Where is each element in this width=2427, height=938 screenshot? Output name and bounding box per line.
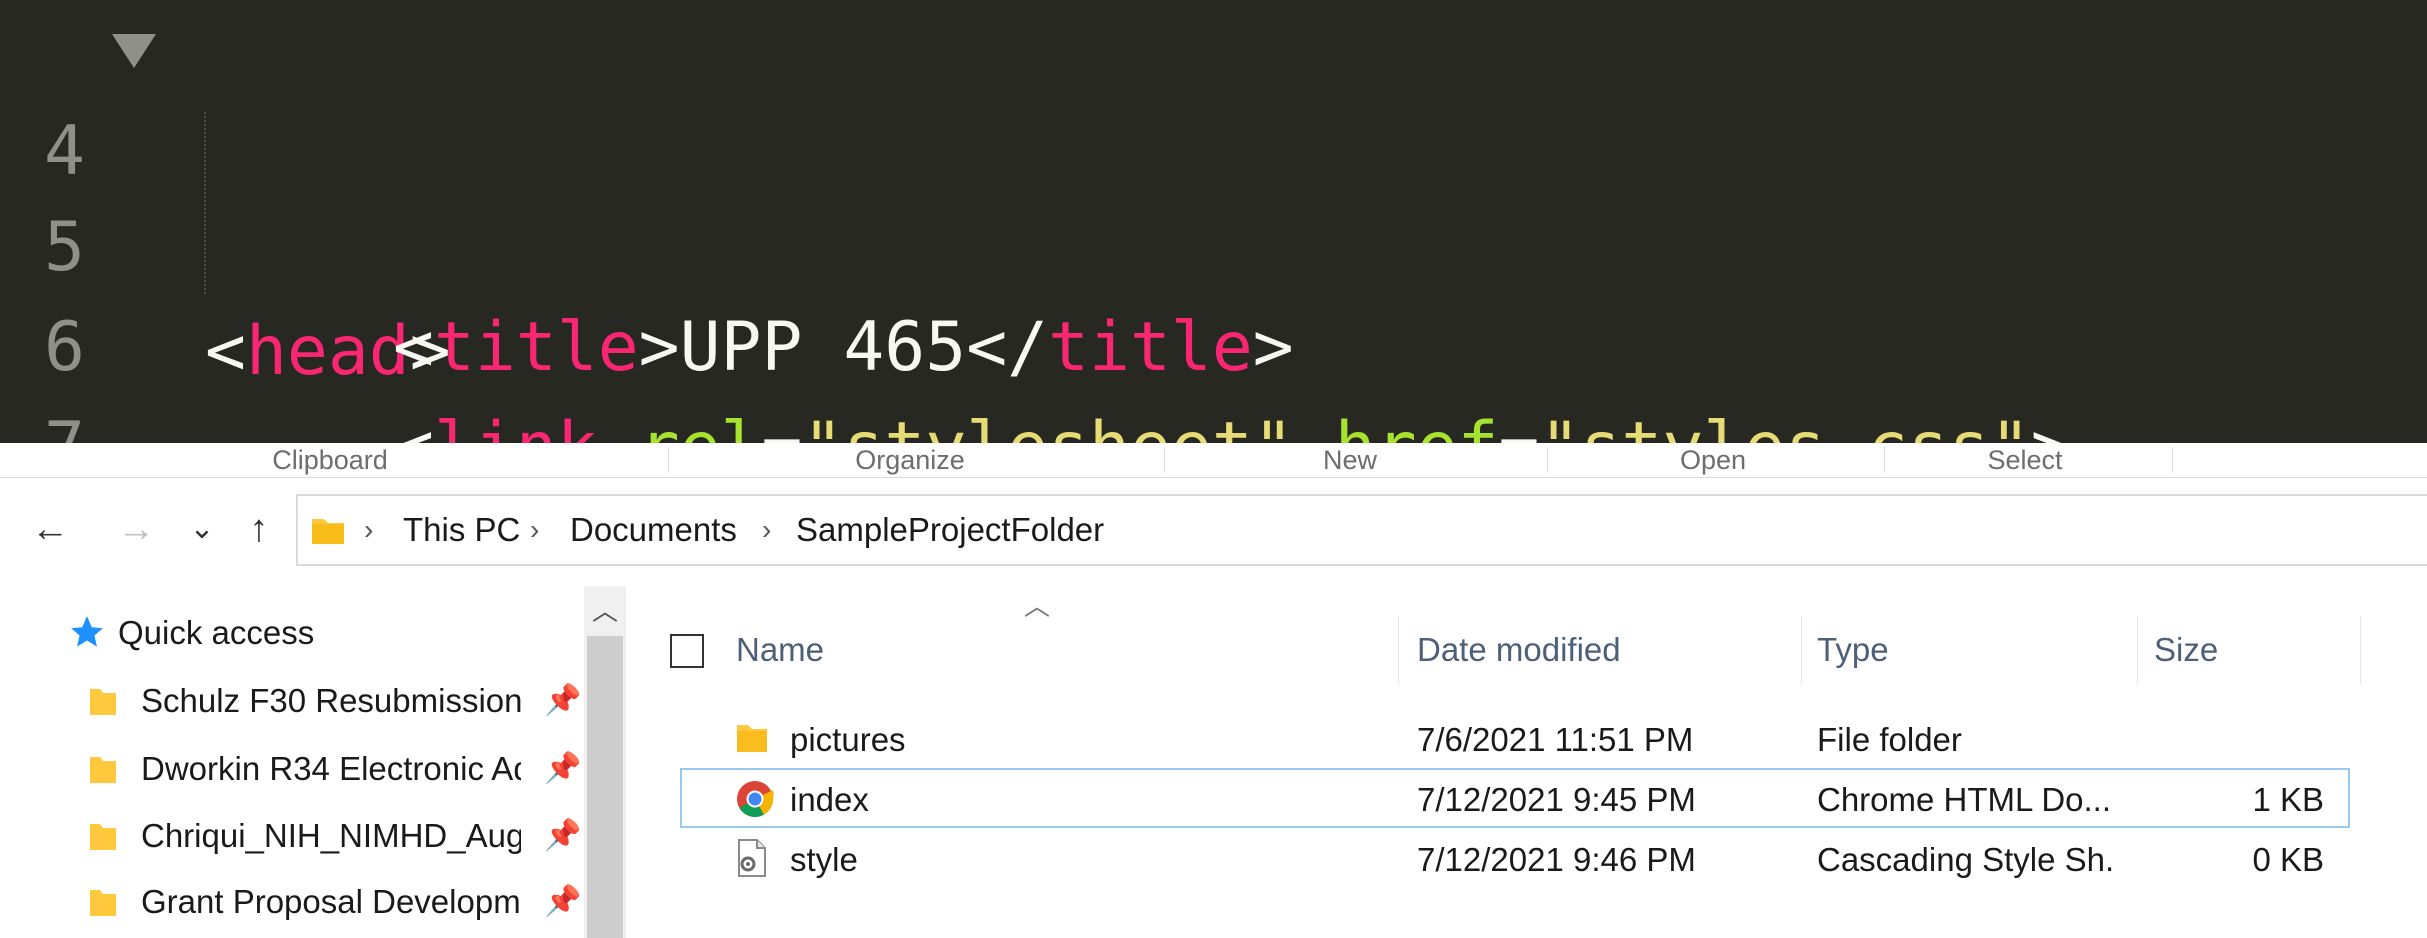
ribbon-divider [1884, 447, 1885, 473]
file-type: Chrome HTML Do... [1817, 781, 2112, 818]
file-name: pictures [790, 721, 906, 758]
code-editor[interactable]: 4 <head> 5 <title>UPP 465</title> 6 <lin… [0, 0, 2427, 443]
up-arrow-icon[interactable]: ↑ [234, 477, 284, 581]
sidebar-item-label: Chriqui_NIH_NIMHD_Aug 2 [141, 817, 521, 854]
sidebar-scrollbar[interactable]: ︿ [584, 586, 626, 938]
quick-access-label: Quick access [118, 614, 315, 651]
column-divider[interactable] [2137, 616, 2138, 684]
sidebar-item-chriqui[interactable]: Chriqui_NIH_NIMHD_Aug 2 📌 [88, 802, 581, 870]
pin-icon[interactable]: 📌 [544, 802, 581, 870]
select-all-checkbox[interactable] [670, 634, 704, 668]
file-explorer: Clipboard Organize New Open Select ← → ⌄… [0, 443, 2427, 938]
sidebar-item-label: Dworkin R34 Electronic Ad [141, 750, 521, 787]
column-divider[interactable] [1398, 616, 1399, 684]
pin-icon[interactable]: 📌 [544, 667, 581, 735]
pin-icon[interactable]: 📌 [544, 868, 581, 936]
chrome-icon [737, 781, 774, 818]
column-divider[interactable] [2360, 616, 2361, 684]
file-date: 7/12/2021 9:45 PM [1417, 781, 1696, 818]
file-type: File folder [1817, 721, 1962, 758]
star-icon [71, 616, 103, 647]
folder-icon [90, 757, 116, 783]
file-list: ︿ Name Date modified Type Size pictures … [660, 586, 2427, 938]
code-line[interactable]: 5 <title>UPP 465</title> [0, 98, 2427, 387]
file-row[interactable]: style 7/12/2021 9:46 PM Cascading Style … [680, 830, 2350, 890]
file-size: 0 KB [2252, 841, 2324, 878]
code-line[interactable]: 4 <head> [0, 2, 2427, 391]
navigation-bar: ← → ⌄ ↑ › This PC › Documents › SamplePr… [0, 477, 2427, 581]
ribbon-divider [1164, 447, 1165, 473]
file-row[interactable]: index 7/12/2021 9:45 PM Chrome HTML Do..… [680, 768, 2350, 828]
ribbon-divider [1547, 447, 1548, 473]
sidebar-item-label: Grant Proposal Developme [141, 883, 521, 920]
ribbon-group-select: Select [1987, 445, 2063, 475]
file-date: 7/12/2021 9:46 PM [1417, 841, 1696, 878]
column-header-type[interactable]: Type [1817, 616, 1889, 684]
ribbon-group-labels: Clipboard Organize New Open Select [0, 443, 2427, 478]
navigation-pane: Quick access Schulz F30 Resubmission A 📌… [0, 586, 630, 938]
ribbon-group-new: New [1322, 445, 1377, 475]
breadcrumb-chevron-icon[interactable]: › [364, 496, 373, 564]
forward-arrow-icon[interactable]: → [108, 477, 164, 581]
file-row[interactable]: pictures 7/6/2021 11:51 PM File folder [680, 710, 2350, 770]
file-date: 7/6/2021 11:51 PM [1417, 721, 1694, 758]
file-type: Cascading Style Sh... [1817, 841, 2117, 878]
code-line[interactable]: 8 [0, 396, 2427, 443]
folder-icon [90, 824, 116, 850]
breadcrumb-sampleprojectfolder[interactable]: SampleProjectFolder [796, 496, 1104, 564]
sort-ascending-icon: ︿ [1024, 591, 1051, 621]
fold-arrow-icon[interactable] [112, 34, 156, 68]
ribbon-group-organize: Organize [855, 445, 965, 475]
file-name: index [790, 781, 869, 818]
ribbon-group-open: Open [1679, 445, 1747, 475]
sidebar-item-dworkin[interactable]: Dworkin R34 Electronic Ad 📌 [88, 735, 581, 803]
back-arrow-icon[interactable]: ← [22, 477, 78, 581]
breadcrumb-chevron-icon[interactable]: › [762, 496, 771, 564]
ribbon-group-clipboard: Clipboard [272, 445, 388, 475]
pin-icon[interactable]: 📌 [544, 735, 581, 803]
breadcrumb-this-pc[interactable]: This PC [403, 496, 520, 564]
breadcrumb-documents[interactable]: Documents [570, 496, 737, 564]
sidebar-item-label: Schulz F30 Resubmission A [141, 682, 521, 719]
code-line[interactable]: 6 <link rel="stylesheet" href="styles.cs… [0, 198, 2427, 443]
scroll-up-arrow-icon[interactable]: ︿ [584, 586, 626, 636]
css-file-icon [738, 839, 766, 877]
breadcrumb-chevron-icon[interactable]: › [530, 496, 539, 564]
column-header-size[interactable]: Size [2154, 616, 2218, 684]
sidebar-item-schulz[interactable]: Schulz F30 Resubmission A 📌 [88, 667, 581, 735]
file-name: style [790, 841, 858, 878]
column-divider[interactable] [1801, 616, 1802, 684]
ribbon-divider [668, 447, 669, 473]
column-header-name[interactable]: Name [736, 616, 824, 684]
scrollbar-thumb[interactable] [587, 636, 623, 938]
file-size: 1 KB [2252, 781, 2324, 818]
address-bar[interactable]: › This PC › Documents › SampleProjectFol… [296, 494, 2427, 566]
folder-icon [90, 689, 116, 715]
folder-icon [90, 890, 116, 916]
column-header-date-modified[interactable]: Date modified [1417, 616, 1621, 684]
code-line[interactable]: 7 </head> [0, 298, 2427, 443]
ribbon-divider [2172, 447, 2173, 473]
folder-icon [312, 519, 344, 544]
folder-icon [737, 725, 767, 752]
sidebar-item-grant-proposal[interactable]: Grant Proposal Developme 📌 [88, 868, 581, 936]
recent-locations-chevron-icon[interactable]: ⌄ [182, 477, 222, 581]
